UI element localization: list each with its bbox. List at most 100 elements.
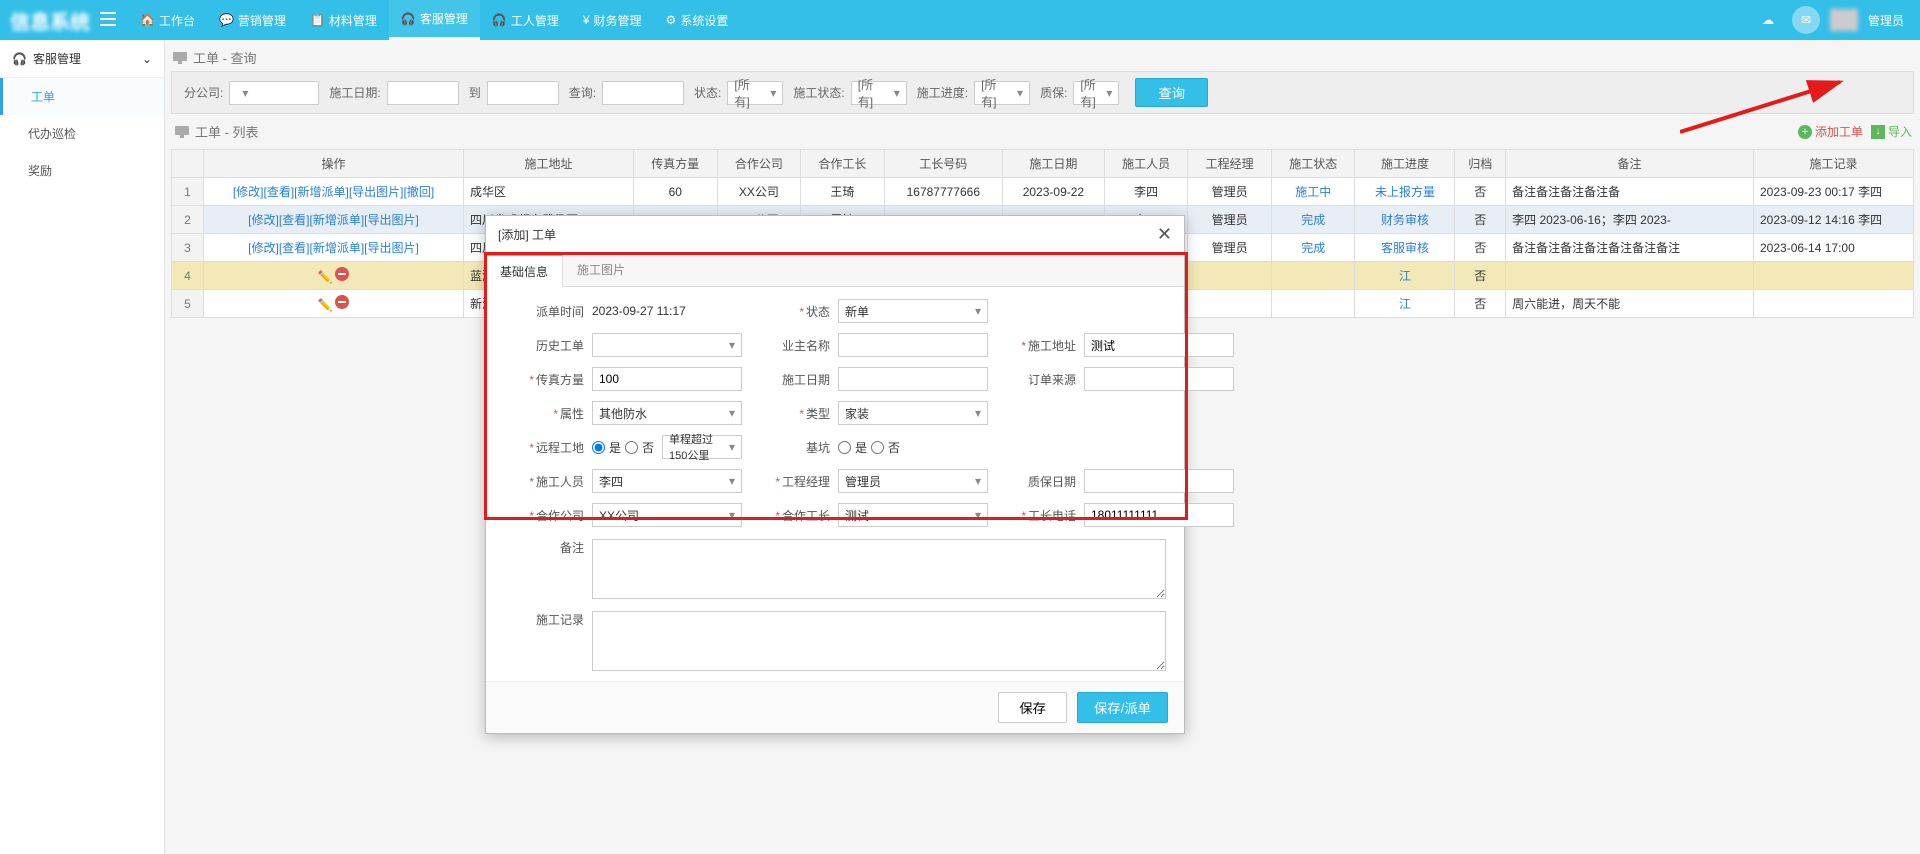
remote-radio-group: 是 否 单程超过150公里▾ [592, 435, 742, 459]
sidebar-item-workorder[interactable]: 工单 [0, 78, 164, 115]
pit-yes-radio[interactable] [838, 441, 851, 454]
nav-marketing[interactable]: 💬营销管理 [207, 0, 298, 40]
status-select[interactable]: [所有]▾ [727, 81, 783, 105]
modal-tabs: 基础信息 施工图片 [486, 254, 1184, 287]
delete-icon[interactable] [335, 295, 349, 309]
lbl-fphone: *工长电话 [996, 507, 1076, 524]
col-header: 施工地址 [464, 150, 634, 178]
lbl-worker: *施工人员 [504, 473, 584, 490]
company-select[interactable]: ▾ [229, 81, 319, 105]
tab-photos[interactable]: 施工图片 [563, 254, 639, 286]
cloud-icon[interactable]: ☁ [1754, 6, 1782, 34]
col-header: 归档 [1455, 150, 1506, 178]
delete-icon[interactable] [335, 267, 349, 281]
fax-input[interactable] [592, 367, 742, 391]
plus-icon: + [1798, 125, 1812, 139]
source-input[interactable] [1084, 367, 1234, 391]
row-actions[interactable]: [修改][查看][新增派单][导出图片] [248, 241, 419, 255]
col-header: 传真方量 [634, 150, 718, 178]
owner-input[interactable] [838, 333, 988, 357]
record-textarea[interactable] [592, 611, 1166, 671]
lbl-type: *类型 [750, 405, 830, 422]
type-select[interactable]: 家装▾ [838, 401, 988, 425]
remote-no-radio[interactable] [625, 441, 638, 454]
top-bar: 信息系统 🏠工作台 💬营销管理 📋材料管理 🎧客服管理 🎧工人管理 ¥财务管理 … [0, 0, 1920, 40]
monitor-icon [173, 52, 187, 64]
pit-no-radio[interactable] [871, 441, 884, 454]
status-select-modal[interactable]: 新单▾ [838, 299, 988, 323]
row-actions[interactable]: [修改][查看][新增派单][导出图片] [248, 213, 419, 227]
progress-link[interactable]: 财务审核 [1381, 213, 1429, 227]
save-dispatch-button[interactable]: 保存/派单 [1077, 692, 1168, 723]
form-grid: 派单时间 2023-09-27 11:17 *状态 新单▾ 历史工单 ▾ 业主名… [504, 299, 1166, 527]
edit-icon[interactable]: ✏️ [318, 270, 332, 284]
row-actions[interactable]: [修改][查看][新增派单][导出图片][撤回] [233, 185, 434, 199]
progress-link[interactable]: 客服审核 [1381, 241, 1429, 255]
date-to-input[interactable] [487, 81, 559, 105]
save-button[interactable]: 保存 [998, 692, 1067, 723]
remark-textarea[interactable] [592, 539, 1166, 599]
fphone-input[interactable] [1084, 503, 1234, 527]
status-link[interactable]: 施工中 [1295, 185, 1331, 199]
avatar[interactable] [1830, 9, 1858, 31]
import-button[interactable]: ↓导入 [1871, 123, 1912, 140]
date-from-input[interactable] [387, 81, 459, 105]
modal-title: [添加] 工单 [498, 226, 556, 243]
add-workorder-button[interactable]: +添加工单 [1798, 123, 1863, 140]
close-icon[interactable]: ✕ [1157, 224, 1172, 245]
lbl-warranty: 质保: [1040, 84, 1067, 101]
coop-select[interactable]: XX公司▾ [592, 503, 742, 527]
col-header: 合作工长 [801, 150, 885, 178]
lbl-record: 施工记录 [504, 611, 584, 628]
remote-yes-radio[interactable] [592, 441, 605, 454]
query-button[interactable]: 查询 [1135, 78, 1208, 107]
top-nav: 🏠工作台 💬营销管理 📋材料管理 🎧客服管理 🎧工人管理 ¥财务管理 ⚙系统设置 [128, 0, 1754, 40]
history-select[interactable]: ▾ [592, 333, 742, 357]
nav-worker[interactable]: 🎧工人管理 [480, 0, 571, 40]
nav-material[interactable]: 📋材料管理 [298, 0, 389, 40]
menu-toggle-icon[interactable] [100, 12, 116, 29]
panel-list-title: 工单 - 列表 [173, 118, 261, 145]
nav-service[interactable]: 🎧客服管理 [389, 0, 480, 40]
mgr-select[interactable]: 管理员▾ [838, 469, 988, 493]
col-header: 操作 [204, 150, 464, 178]
search-input[interactable] [602, 81, 684, 105]
lbl-pit: 基坑 [750, 439, 830, 456]
sidebar-item-patrol[interactable]: 代办巡检 [0, 115, 164, 152]
status-link[interactable]: 完成 [1301, 241, 1325, 255]
table-row[interactable]: 1 [修改][查看][新增派单][导出图片][撤回] 成华区60XX公司王琦 1… [172, 178, 1914, 206]
nav-settings[interactable]: ⚙系统设置 [654, 0, 741, 40]
col-header: 施工状态 [1271, 150, 1355, 178]
add-workorder-modal: [添加] 工单 ✕ 基础信息 施工图片 派单时间 2023-09-27 11:1… [485, 215, 1185, 734]
progress-select[interactable]: [所有]▾ [974, 81, 1030, 105]
edit-icon[interactable]: ✏️ [318, 298, 332, 312]
message-icon[interactable]: ✉ [1792, 6, 1820, 34]
nav-finance[interactable]: ¥财务管理 [571, 0, 654, 40]
lbl-cdate: 施工日期 [750, 371, 830, 388]
progress-link[interactable]: 江 [1399, 269, 1411, 283]
lbl-history: 历史工单 [504, 337, 584, 354]
sidebar-item-reward[interactable]: 奖励 [0, 152, 164, 189]
addr-input[interactable] [1084, 333, 1234, 357]
remote-extra-select[interactable]: 单程超过150公里▾ [662, 435, 742, 459]
warranty-select[interactable]: [所有]▾ [1073, 81, 1119, 105]
tab-basic-info[interactable]: 基础信息 [486, 254, 563, 287]
cons-status-select[interactable]: [所有]▾ [851, 81, 907, 105]
username[interactable]: 管理员 [1868, 12, 1904, 29]
progress-link[interactable]: 江 [1399, 297, 1411, 311]
cdate-input[interactable] [838, 367, 988, 391]
foreman-select[interactable]: 测试▾ [838, 503, 988, 527]
status-link[interactable]: 完成 [1301, 213, 1325, 227]
warranty-input[interactable] [1084, 469, 1234, 493]
attr-select[interactable]: 其他防水▾ [592, 401, 742, 425]
worker-select[interactable]: 李四▾ [592, 469, 742, 493]
row-number: 5 [172, 290, 204, 318]
sidebar-head[interactable]: 🎧 客服管理 ⌄ [0, 40, 164, 78]
lbl-remote: *远程工地 [504, 439, 584, 456]
lbl-foreman: *合作工长 [750, 507, 830, 524]
lbl-cstatus: 施工状态: [793, 84, 844, 101]
lbl-search: 查询: [569, 84, 596, 101]
lbl-dispatch-time: 派单时间 [504, 303, 584, 320]
nav-home[interactable]: 🏠工作台 [128, 0, 207, 40]
progress-link[interactable]: 未上报方量 [1375, 185, 1435, 199]
